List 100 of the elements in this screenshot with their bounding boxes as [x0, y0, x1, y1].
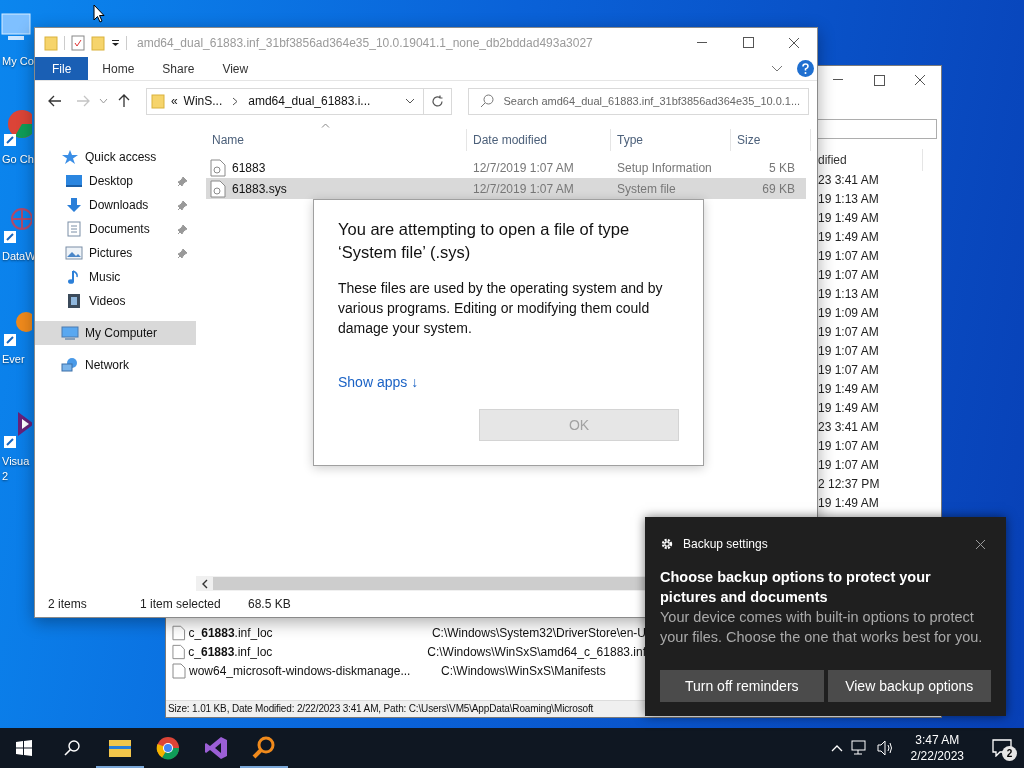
selection-size: 68.5 KB [248, 597, 291, 611]
toast-button[interactable]: Turn off reminders [660, 670, 824, 702]
nav-item[interactable]: My Computer [35, 321, 196, 345]
nav-item[interactable]: Downloads [35, 193, 196, 217]
desktop-icon-label[interactable]: Visua 2 [0, 454, 34, 484]
selection-count: 1 item selected [140, 597, 222, 611]
chevron-down-icon[interactable] [771, 64, 783, 73]
chevron-down-icon[interactable] [404, 98, 415, 104]
date-cell-text: 19 1:49 AM [817, 381, 880, 398]
notification-count: 2 [1002, 746, 1017, 761]
pin-icon[interactable] [177, 199, 188, 211]
show-apps-link[interactable]: Show apps ↓ [338, 374, 419, 390]
desktop-icon [65, 173, 83, 189]
toast-app-name: Backup settings [683, 537, 769, 551]
maximize-icon [742, 37, 754, 48]
column-header[interactable]: Name [206, 129, 467, 151]
close-icon[interactable] [975, 538, 986, 550]
file-path: C:\Windows\WinSxS\Manifests [441, 663, 606, 678]
file-icon [172, 643, 186, 660]
date-cell-text: 19 1:07 AM [817, 267, 880, 284]
network-icon[interactable] [850, 740, 869, 756]
date-cell-text: 23 3:41 AM [817, 172, 880, 189]
settings-file-icon [210, 158, 226, 177]
folder-icon [108, 738, 132, 758]
date-cell-text: 19 1:07 AM [817, 248, 880, 265]
dialog-title: You are attempting to open a file of type ‘System file’ (.sys) [338, 219, 631, 263]
up-arrow-icon [117, 94, 130, 108]
film-icon [65, 293, 83, 309]
date-cell-text: 23 3:41 AM [817, 419, 880, 436]
window-title: amd64_dual_61883.inf_31bf3856ad364e35_10.0.19041.1_none_db2bddad493a3027 [137, 35, 593, 50]
file-name: c_61883.inf_loc [188, 625, 274, 640]
settings-icon [660, 537, 674, 551]
column-header[interactable]: Date modified [467, 129, 611, 151]
date-cell-text: 19 1:07 AM [817, 324, 880, 341]
column-header[interactable]: Size [731, 129, 811, 151]
document-icon [65, 221, 83, 237]
clock[interactable]: 3:47 AM 2/22/2023 [902, 732, 972, 764]
pin-icon[interactable] [177, 175, 188, 187]
pin-icon[interactable] [177, 247, 188, 259]
dialog-message: These files are used by the operating system and by various programs. Editing or modifying them could damage your system. [338, 279, 664, 338]
desktop-icon-label[interactable]: DataW [0, 249, 34, 264]
file-menu-button[interactable]: File [35, 57, 89, 80]
help-icon[interactable] [797, 60, 814, 77]
file-row[interactable]: 61883.sys 12/7/2019 1:07 AM System file 69 KB [206, 178, 806, 199]
refresh-button[interactable] [423, 87, 453, 115]
toast-message: Your device comes with built-in options to protect your files. Choose the one that works best for you. [660, 608, 984, 647]
toast-title: Choose backup options to protect your pictures and documents [660, 568, 932, 607]
chevron-up-icon[interactable] [830, 744, 843, 752]
file-name: wow64_microsoft-windows-diskmanage... [189, 663, 412, 678]
recent-dropdown-icon[interactable] [98, 98, 108, 104]
refresh-icon [431, 94, 444, 108]
minimize-icon [697, 41, 707, 44]
properties-icon[interactable] [71, 34, 85, 51]
ribbon-tab[interactable]: Home [88, 57, 149, 80]
nav-item[interactable]: Network [35, 353, 196, 377]
nav-item[interactable]: Videos [35, 289, 196, 313]
item-count: 2 items [48, 597, 88, 611]
download-icon [65, 197, 83, 213]
file-icon [172, 662, 186, 679]
computer-icon [61, 325, 79, 341]
network-icon [61, 357, 79, 373]
column-header[interactable]: Type [611, 129, 731, 151]
folder-icon [150, 93, 165, 109]
nav-item[interactable]: Documents [35, 217, 196, 241]
magnifier-icon [252, 736, 276, 760]
file-path: C:\Windows\WinSxS\amd64_c_61883.inf [427, 644, 646, 659]
nav-item[interactable]: Desktop [35, 169, 196, 193]
nav-item[interactable]: Music [35, 265, 196, 289]
desktop-icon-label[interactable]: Ever [0, 352, 34, 367]
ribbon-tab[interactable]: Share [148, 57, 209, 80]
ribbon-tab[interactable]: View [208, 57, 263, 80]
maximize-icon [873, 74, 885, 86]
browser-icon [156, 736, 180, 760]
dropdown-icon[interactable] [111, 38, 120, 47]
toast-button[interactable]: View backup options [827, 670, 991, 702]
desktop-icon-label[interactable]: My Co [0, 54, 34, 69]
search-field[interactable] [817, 119, 937, 139]
address-bar[interactable]: « WinS... amd64_dual_61883.i... [145, 87, 424, 115]
file-row[interactable]: 61883 12/7/2019 1:07 AM Setup Information 5 KB [206, 157, 806, 178]
date-cell-text: 19 1:49 AM [817, 495, 880, 512]
date-cell-text: 19 1:07 AM [817, 457, 880, 474]
pin-icon[interactable] [177, 223, 188, 235]
date-cell-text: 19 1:49 AM [817, 210, 880, 227]
desktop-icon-label[interactable]: Go Ch [0, 152, 34, 167]
close-icon [788, 36, 800, 49]
back-arrow-icon [48, 95, 62, 107]
action-center-button[interactable]: 2 [980, 728, 1024, 768]
file-icon [172, 624, 186, 641]
volume-icon[interactable] [876, 740, 895, 756]
date-cell-text: 19 1:07 AM [817, 362, 880, 379]
studio-icon [204, 736, 228, 760]
nav-item[interactable]: Pictures [35, 241, 196, 265]
folder-icon [44, 34, 58, 51]
minimize-icon [832, 79, 843, 81]
search-icon [64, 740, 80, 756]
search-icon [480, 93, 495, 108]
chevron-right-icon[interactable] [232, 96, 239, 106]
nav-item[interactable]: Quick access [35, 145, 196, 169]
date-cell-text: 19 1:07 AM [817, 343, 880, 360]
search-field[interactable]: Search amd64_dual_61883.inf_31bf3856ad364e35_10.0.1... [468, 87, 809, 115]
